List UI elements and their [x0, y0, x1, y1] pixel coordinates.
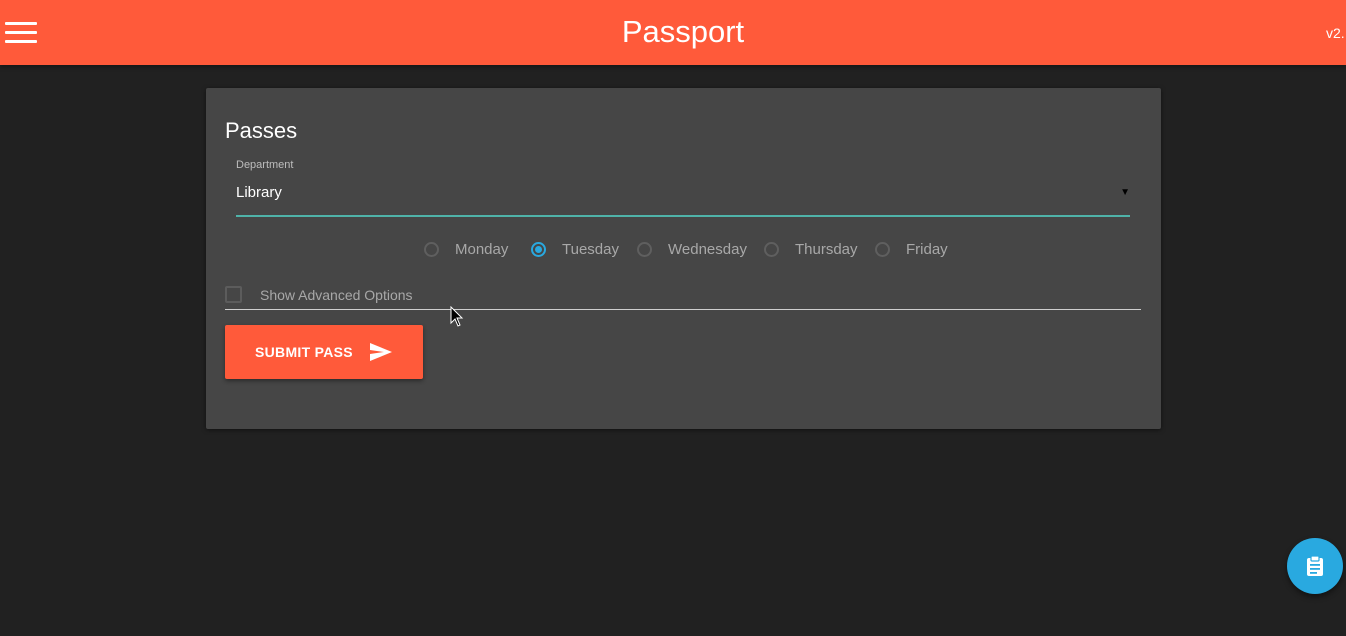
day-label: Wednesday [668, 241, 747, 258]
checkbox-icon [225, 286, 242, 303]
send-icon [370, 343, 392, 361]
day-label: Friday [906, 241, 948, 258]
radio-unchecked-icon [875, 242, 890, 257]
department-value: Library [236, 184, 282, 201]
passes-card: Passes Department Library ▼ Monday Tuesd… [206, 88, 1161, 429]
radio-checked-icon [531, 242, 546, 257]
clipboard-fab-button[interactable] [1287, 538, 1343, 594]
radio-unchecked-icon [424, 242, 439, 257]
day-label: Tuesday [562, 241, 619, 258]
department-select[interactable]: Library ▼ [236, 180, 1130, 217]
dropdown-arrow-icon: ▼ [1120, 187, 1130, 198]
app-bar: Passport v2. [0, 0, 1346, 65]
submit-pass-button[interactable]: SUBMIT PASS [225, 325, 423, 379]
advanced-options-label: Show Advanced Options [260, 287, 413, 303]
version-label: v2. [1326, 25, 1345, 41]
submit-label: SUBMIT PASS [255, 344, 353, 360]
radio-unchecked-icon [637, 242, 652, 257]
mouse-cursor-icon [450, 306, 464, 327]
card-title: Passes [225, 118, 298, 143]
radio-unchecked-icon [764, 242, 779, 257]
day-label: Monday [455, 241, 509, 258]
department-label: Department [236, 159, 294, 171]
app-title: Passport [621, 14, 745, 49]
clipboard-icon [1307, 555, 1323, 576]
day-label: Thursday [795, 241, 858, 258]
advanced-options-toggle[interactable]: Show Advanced Options [225, 286, 1141, 310]
